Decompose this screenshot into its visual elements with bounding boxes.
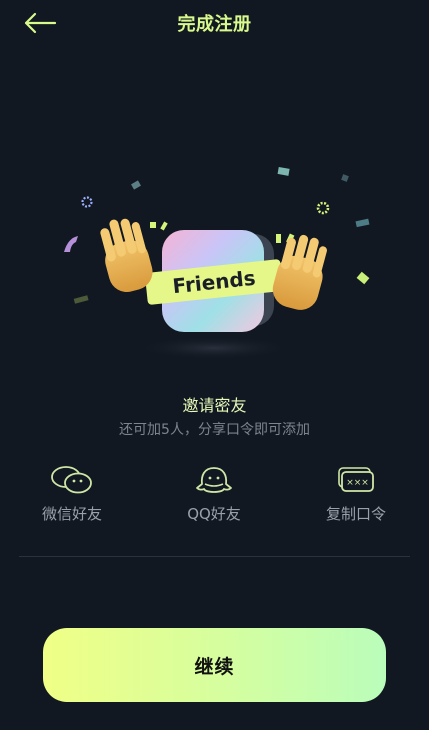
share-wechat-label: 微信好友 [41,505,102,523]
share-qq-label: QQ好友 [187,505,241,523]
svg-text:×××: ××× [346,478,369,488]
copy-code-button[interactable]: ××× 复制口令 [296,462,416,528]
share-options: 微信好友 QQ好友 ××× 复制口令 [0,462,429,532]
share-wechat-button[interactable]: 微信好友 [12,462,132,528]
page-title: 完成注册 [177,14,252,35]
divider [19,556,410,557]
friends-illustration: Friends [54,160,374,370]
qq-icon [191,462,237,498]
clapping-hand-right-icon [272,234,327,310]
continue-label: 继续 [194,655,235,678]
copy-code-icon: ××× [333,462,379,498]
clapping-hand-left-icon [100,218,153,293]
invite-subtitle: 还可加5人，分享口令即可添加 [119,422,310,438]
copy-code-label: 复制口令 [325,505,386,523]
wechat-icon [49,462,95,498]
invite-title: 邀请密友 [182,396,247,415]
header: 完成注册 [0,0,429,46]
share-qq-button[interactable]: QQ好友 [154,462,274,528]
continue-button[interactable]: 继续 [43,628,386,702]
